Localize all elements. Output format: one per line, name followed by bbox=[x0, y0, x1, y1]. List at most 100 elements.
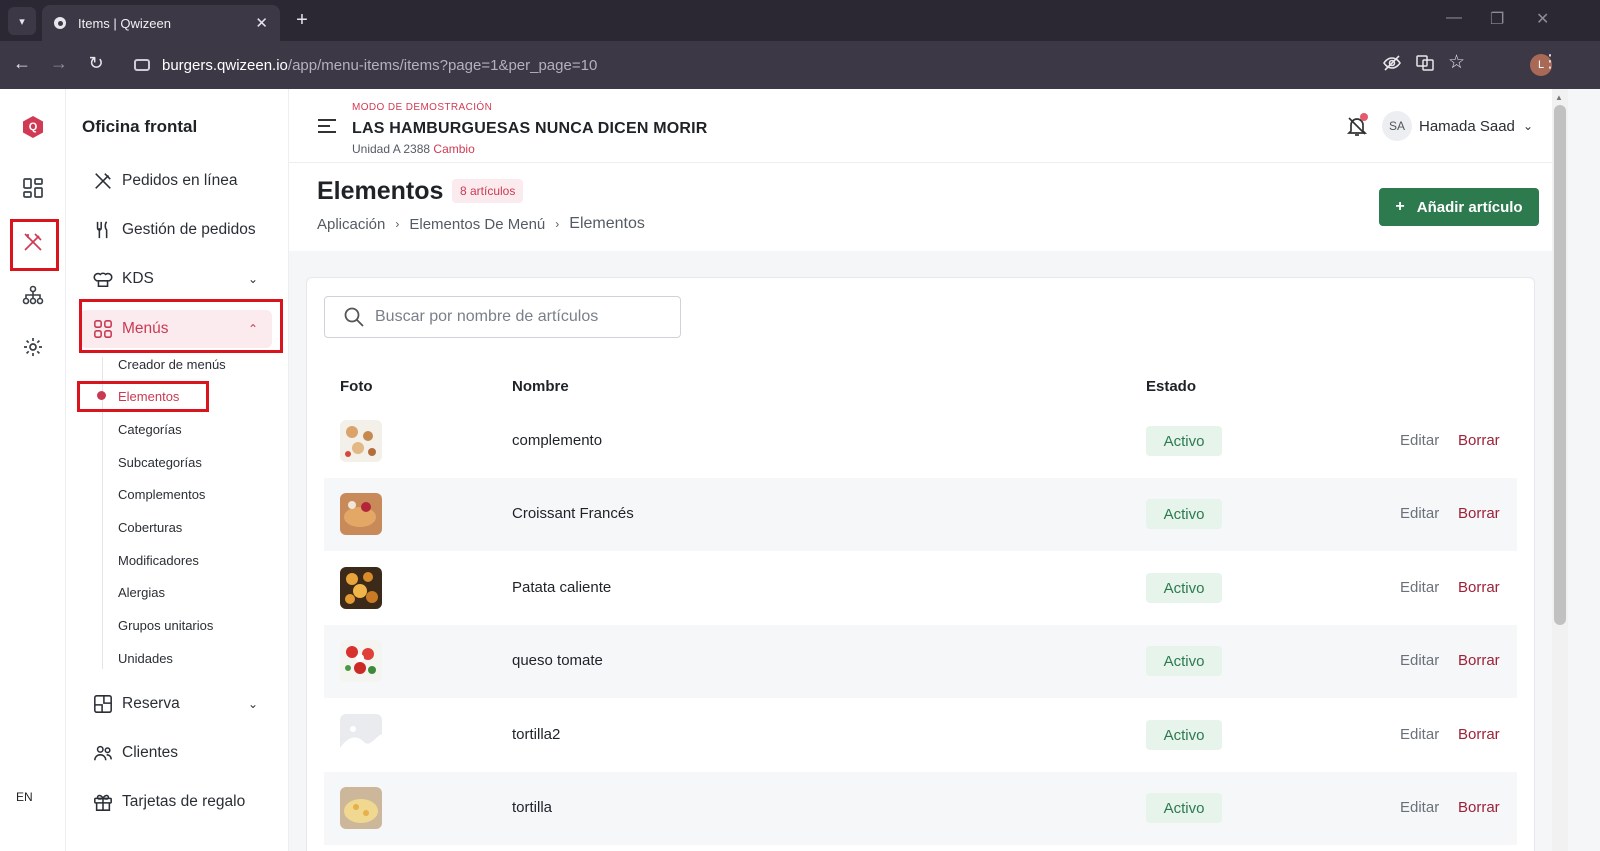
language-switcher[interactable]: EN bbox=[6, 786, 56, 808]
item-photo bbox=[340, 420, 382, 462]
edit-link[interactable]: Editar bbox=[1400, 579, 1439, 596]
gift-icon bbox=[92, 791, 114, 813]
forward-arrow-icon[interactable]: → bbox=[47, 53, 71, 74]
nav-item-label: Clientes bbox=[122, 744, 178, 761]
side-navigation: Oficina frontal Pedidos en línea Gestión… bbox=[66, 89, 289, 851]
column-header-photo: Foto bbox=[340, 378, 373, 395]
search-input[interactable] bbox=[375, 308, 665, 326]
back-arrow-icon[interactable]: ← bbox=[10, 53, 34, 74]
minimize-icon[interactable]: — bbox=[1446, 9, 1462, 27]
chevron-right-icon: › bbox=[555, 217, 560, 231]
breadcrumb-menu-items[interactable]: Elementos De Menú bbox=[409, 216, 545, 233]
item-name: tortilla bbox=[512, 799, 553, 816]
nav-item-gift-cards[interactable]: Tarjetas de regalo bbox=[80, 783, 272, 821]
items-card: Foto Nombre Estado complemento Activo Ed… bbox=[306, 277, 1535, 851]
delete-link[interactable]: Borrar bbox=[1458, 579, 1500, 596]
users-icon bbox=[92, 742, 114, 764]
item-name: tortilla2 bbox=[512, 726, 561, 743]
table-row: tortilla2 Activo Editar Borrar bbox=[324, 699, 1517, 772]
nav-item-reservation[interactable]: Reserva ⌄ bbox=[80, 685, 272, 723]
scroll-up-arrow-icon[interactable]: ▲ bbox=[1555, 93, 1563, 102]
maximize-icon[interactable]: ❐ bbox=[1490, 9, 1504, 29]
submenu-addons[interactable]: Complementos bbox=[118, 487, 205, 502]
image-placeholder-icon bbox=[340, 714, 382, 756]
store-unit-text: Unidad A 2388 bbox=[352, 142, 431, 156]
status-badge: Activo bbox=[1146, 646, 1222, 676]
item-name: Croissant Francés bbox=[512, 505, 634, 522]
site-info-icon[interactable] bbox=[134, 59, 150, 71]
breadcrumb-app[interactable]: Aplicación bbox=[317, 216, 385, 233]
hamburger-menu-icon[interactable] bbox=[318, 119, 336, 133]
status-badge: Activo bbox=[1146, 720, 1222, 750]
bookmark-star-icon[interactable]: ☆ bbox=[1448, 51, 1465, 74]
user-name[interactable]: Hamada Saad bbox=[1419, 118, 1515, 135]
tab-close-icon[interactable]: ✕ bbox=[255, 14, 268, 32]
table-row: queso tomate Activo Editar Borrar bbox=[324, 625, 1517, 698]
column-header-name: Nombre bbox=[512, 378, 569, 395]
sidenav-title: Oficina frontal bbox=[82, 117, 198, 136]
url-host: burgers.qwizeen.io bbox=[162, 56, 288, 74]
item-photo bbox=[340, 567, 382, 609]
chevron-down-icon[interactable]: ⌄ bbox=[1523, 119, 1533, 133]
search-box[interactable] bbox=[324, 296, 681, 338]
page-title: Elementos bbox=[317, 177, 444, 205]
nav-item-online-orders[interactable]: Pedidos en línea bbox=[80, 162, 272, 200]
edit-link[interactable]: Editar bbox=[1400, 652, 1439, 669]
delete-link[interactable]: Borrar bbox=[1458, 505, 1500, 522]
delete-link[interactable]: Borrar bbox=[1458, 726, 1500, 743]
item-count-badge: 8 artículos bbox=[452, 179, 524, 203]
highlight-annotation-items bbox=[77, 381, 209, 412]
submenu-categories[interactable]: Categorías bbox=[118, 422, 182, 437]
top-bar: MODO DE DEMOSTRACIÓN LAS HAMBURGUESAS NU… bbox=[289, 89, 1552, 163]
plus-icon: + bbox=[1395, 198, 1405, 215]
chevron-right-icon: › bbox=[395, 217, 400, 231]
nav-item-label: Gestión de pedidos bbox=[122, 221, 256, 238]
table-row: complemento Activo Editar Borrar bbox=[324, 405, 1517, 478]
qwizeen-logo-icon[interactable]: Q bbox=[23, 116, 43, 138]
demo-mode-label: MODO DE DEMOSTRACIÓN bbox=[352, 102, 493, 113]
chevron-down-icon: ⌄ bbox=[247, 697, 258, 711]
user-avatar[interactable]: SA bbox=[1382, 111, 1412, 141]
new-tab-plus-icon[interactable]: + bbox=[290, 8, 314, 32]
edit-link[interactable]: Editar bbox=[1400, 432, 1439, 449]
submenu-menu-builder[interactable]: Creador de menús bbox=[118, 357, 226, 372]
translate-icon[interactable] bbox=[1415, 53, 1435, 78]
nav-item-order-management[interactable]: Gestión de pedidos bbox=[80, 211, 272, 249]
eye-off-icon[interactable] bbox=[1382, 53, 1402, 78]
reload-icon[interactable]: ↻ bbox=[84, 53, 108, 74]
delete-link[interactable]: Borrar bbox=[1458, 432, 1500, 449]
delete-link[interactable]: Borrar bbox=[1458, 652, 1500, 669]
edit-link[interactable]: Editar bbox=[1400, 726, 1439, 743]
submenu-unit-groups[interactable]: Grupos unitarios bbox=[118, 618, 213, 633]
submenu-subcategories[interactable]: Subcategorías bbox=[118, 455, 202, 470]
org-chart-icon[interactable] bbox=[20, 282, 46, 308]
address-bar[interactable]: burgers.qwizeen.io/app/menu-items/items?… bbox=[122, 47, 1462, 83]
utensils-icon bbox=[92, 219, 114, 241]
submenu-toppings[interactable]: Coberturas bbox=[118, 520, 182, 535]
tab-search-chevron-icon[interactable]: ▾ bbox=[8, 7, 36, 35]
chevron-down-icon: ⌄ bbox=[247, 272, 258, 286]
nav-item-kds[interactable]: KDS ⌄ bbox=[80, 260, 272, 298]
store-name: LAS HAMBURGUESAS NUNCA DICEN MORIR bbox=[352, 120, 708, 137]
nav-item-customers[interactable]: Clientes bbox=[80, 734, 272, 772]
nav-item-label: Tarjetas de regalo bbox=[122, 793, 246, 810]
url-path: /app/menu-items/items?page=1&per_page=10 bbox=[287, 56, 598, 74]
highlight-annotation-rail bbox=[10, 219, 59, 271]
submenu-modifiers[interactable]: Modificadores bbox=[118, 553, 199, 568]
add-item-button[interactable]: + Añadir artículo bbox=[1379, 188, 1539, 226]
edit-link[interactable]: Editar bbox=[1400, 505, 1439, 522]
edit-link[interactable]: Editar bbox=[1400, 799, 1439, 816]
change-store-link[interactable]: Cambio bbox=[433, 142, 474, 156]
submenu-allergies[interactable]: Alergias bbox=[118, 585, 165, 600]
delete-link[interactable]: Borrar bbox=[1458, 799, 1500, 816]
settings-gear-icon[interactable] bbox=[20, 334, 46, 360]
dashboard-grid-icon[interactable] bbox=[20, 175, 46, 201]
chef-hat-icon bbox=[92, 268, 114, 290]
browser-tab[interactable]: Items | Qwizeen ✕ bbox=[42, 5, 280, 41]
submenu-units[interactable]: Unidades bbox=[118, 651, 173, 666]
floor-plan-icon bbox=[92, 693, 114, 715]
kebab-menu-icon[interactable]: ⋮ bbox=[1541, 51, 1559, 72]
scrollbar-thumb[interactable] bbox=[1554, 105, 1566, 625]
window-close-icon[interactable]: ✕ bbox=[1536, 9, 1549, 29]
table-row: tortilla Activo Editar Borrar bbox=[324, 772, 1517, 845]
